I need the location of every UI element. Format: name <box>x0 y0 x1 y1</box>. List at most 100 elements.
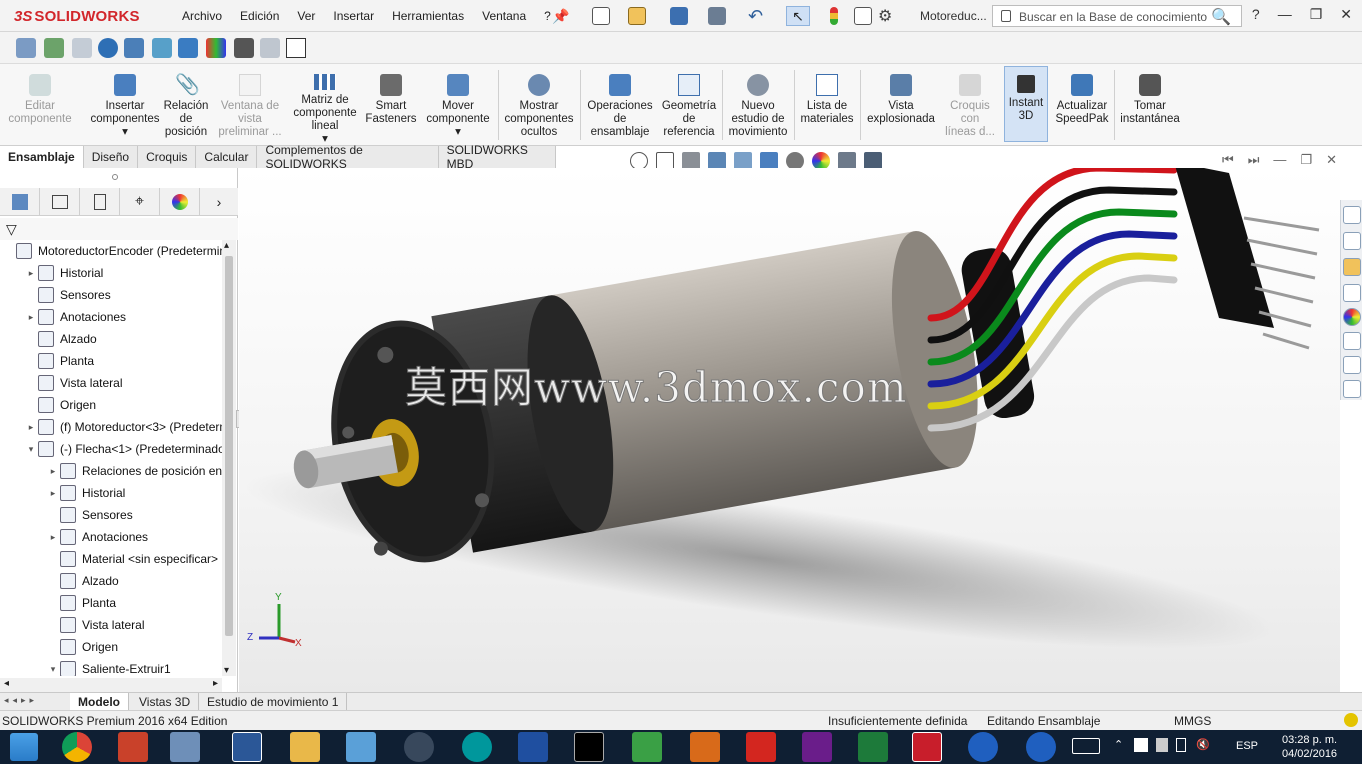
app-cube-icon[interactable] <box>802 732 832 762</box>
tab-modelo[interactable]: Modelo <box>70 693 129 711</box>
bolt-icon[interactable] <box>234 38 254 58</box>
undo-icon[interactable]: ↶ <box>748 6 763 26</box>
menu-herramientas[interactable]: Herramientas <box>392 9 464 23</box>
expand-toggle-icon[interactable]: ▸ <box>26 422 36 433</box>
measure-icon[interactable] <box>286 38 306 58</box>
expand-toggle-icon[interactable]: ▾ <box>48 664 58 675</box>
options-gear-icon[interactable]: ⚙ <box>878 6 892 26</box>
menu-insertar[interactable]: Insertar <box>333 9 374 23</box>
smart-fasteners-button[interactable]: Smart Fasteners <box>362 64 420 146</box>
solidworks-logo[interactable]: 3S SOLIDWORKS <box>14 6 140 26</box>
save-icon[interactable] <box>670 6 688 26</box>
toolbox-icon[interactable] <box>260 38 280 58</box>
tree-item[interactable]: ▸ Anotaciones <box>0 306 126 328</box>
move-component-button[interactable]: Mover componente ▾ <box>422 64 494 146</box>
solidworks-resources-icon[interactable] <box>1343 356 1361 374</box>
expand-toggle-icon[interactable]: ▸ <box>48 466 58 477</box>
arduino-icon[interactable] <box>462 732 492 762</box>
insert-components-button[interactable]: Insertar componentes ▾ <box>86 64 164 146</box>
tree-item[interactable]: Planta <box>0 350 94 372</box>
expand-toggle-icon[interactable]: ▸ <box>26 268 36 279</box>
forum-icon[interactable] <box>1343 380 1361 398</box>
tree-item[interactable]: ▸ Anotaciones <box>0 526 148 548</box>
edit-component-button[interactable]: Editar componente <box>2 64 78 146</box>
scroll-thumb[interactable] <box>225 256 233 636</box>
rebuild-status-icon[interactable] <box>1344 713 1358 727</box>
search-icon[interactable]: 🔍 <box>1211 7 1231 27</box>
custom-properties-icon[interactable] <box>1343 332 1361 350</box>
expand-toggle-icon[interactable]: ▸ <box>48 532 58 543</box>
tree-horizontal-scrollbar[interactable]: ◂ ▸ <box>0 678 222 692</box>
tab-diseno[interactable]: Diseño <box>84 146 139 168</box>
menu-ver[interactable]: Ver <box>297 9 315 23</box>
tree-item[interactable]: Sensores <box>0 284 111 306</box>
explode-line-sketch-button[interactable]: Croquis con líneas d... <box>940 64 1000 146</box>
tray-up-icon[interactable]: ⌃ <box>1114 738 1123 751</box>
scroll-up-icon[interactable]: ▴ <box>224 240 229 251</box>
tab-vistas-3d[interactable]: Vistas 3D <box>131 693 200 711</box>
tree-item[interactable]: ▸ Historial <box>0 262 103 284</box>
sigma-icon[interactable] <box>518 732 548 762</box>
home-icon[interactable] <box>1343 206 1361 224</box>
app-icon[interactable] <box>346 732 376 762</box>
camtasia-icon[interactable] <box>632 732 662 762</box>
tree-item[interactable]: ▸ (f) Motoreductor<3> (Predeterm <box>0 416 222 438</box>
pcb-icon[interactable] <box>858 732 888 762</box>
viewport-restore-icon[interactable]: ❐ <box>1300 152 1312 168</box>
paint-icon[interactable] <box>170 732 200 762</box>
tree-item[interactable]: Material <sin especificar> <box>0 548 218 570</box>
tree-item[interactable]: Vista lateral <box>0 372 122 394</box>
preview-window-button[interactable]: Ventana de vista preliminar ... <box>214 64 286 146</box>
panel-more-tabs[interactable]: › <box>200 188 238 216</box>
tree-item[interactable]: MotoreductorEncoder (Predetermina <box>0 240 222 262</box>
expand-toggle-icon[interactable]: ▸ <box>48 488 58 499</box>
close-icon[interactable]: ✕ <box>1340 6 1352 23</box>
chrome-icon[interactable] <box>62 732 92 762</box>
update-speedpak-button[interactable]: Actualizar SpeedPak <box>1052 64 1112 146</box>
tree-item[interactable]: Vista lateral <box>0 614 144 636</box>
tree-item[interactable]: Sensores <box>0 504 133 526</box>
clock-time[interactable]: 03:28 p. m. <box>1282 734 1337 746</box>
help-icon[interactable]: ? <box>1252 6 1260 23</box>
menu-archivo[interactable]: Archivo <box>182 9 222 23</box>
take-snapshot-button[interactable]: Tomar instantánea <box>1116 64 1184 146</box>
tree-item[interactable]: Alzado <box>0 570 119 592</box>
previous-doc-icon[interactable]: ⏮ <box>1222 152 1234 168</box>
keyboard-icon[interactable] <box>1072 738 1100 754</box>
tab-dimxpert[interactable]: ⌖ <box>120 188 160 216</box>
download-icon[interactable] <box>968 732 998 762</box>
signal-icon[interactable] <box>1156 738 1168 752</box>
battery-icon[interactable] <box>1176 738 1186 752</box>
viewport-minimize-icon[interactable]: — <box>1273 152 1286 168</box>
app-f-icon[interactable] <box>746 732 776 762</box>
tab-mbd[interactable]: SOLIDWORKS MBD <box>439 143 556 171</box>
new-document-icon[interactable] <box>592 6 610 26</box>
word-icon[interactable] <box>232 732 262 762</box>
linear-pattern-button[interactable]: Matriz de componente lineal ▾ <box>290 64 360 146</box>
file-explorer-icon[interactable] <box>1343 258 1361 276</box>
menu-edicion[interactable]: Edición <box>240 9 279 23</box>
tab-configurationmanager[interactable] <box>80 188 120 216</box>
volume-muted-icon[interactable]: 🔇 <box>1196 738 1210 751</box>
assembly-toolbar-icon[interactable] <box>16 38 36 58</box>
open-icon[interactable] <box>628 6 646 26</box>
print-icon[interactable] <box>708 6 726 26</box>
tree-item[interactable]: ▾ (-) Flecha<1> (Predeterminado< <box>0 438 222 460</box>
check-interference-icon[interactable] <box>44 38 64 58</box>
panel-grip-icon[interactable] <box>112 174 118 180</box>
atom-icon[interactable] <box>404 732 434 762</box>
solidworks-taskbar-icon[interactable] <box>912 732 942 762</box>
show-hidden-button[interactable]: Mostrar componentes ocultos <box>502 64 576 146</box>
mate-button[interactable]: 📎 Relación de posición <box>160 64 212 146</box>
select-icon[interactable]: ↖ <box>786 6 810 26</box>
tab-featuremanager[interactable] <box>0 188 40 216</box>
menu-help[interactable]: ? <box>544 9 551 23</box>
color-display-icon[interactable] <box>206 38 226 58</box>
tab-display-manager[interactable] <box>160 188 200 216</box>
clock-date[interactable]: 04/02/2016 <box>1282 748 1337 760</box>
expand-toggle-icon[interactable]: ▸ <box>26 312 36 323</box>
tree-item[interactable]: Planta <box>0 592 116 614</box>
download-icon[interactable] <box>1026 732 1056 762</box>
new-motion-study-button[interactable]: Nuevo estudio de movimiento <box>724 64 792 146</box>
network-icon[interactable] <box>1134 738 1148 752</box>
